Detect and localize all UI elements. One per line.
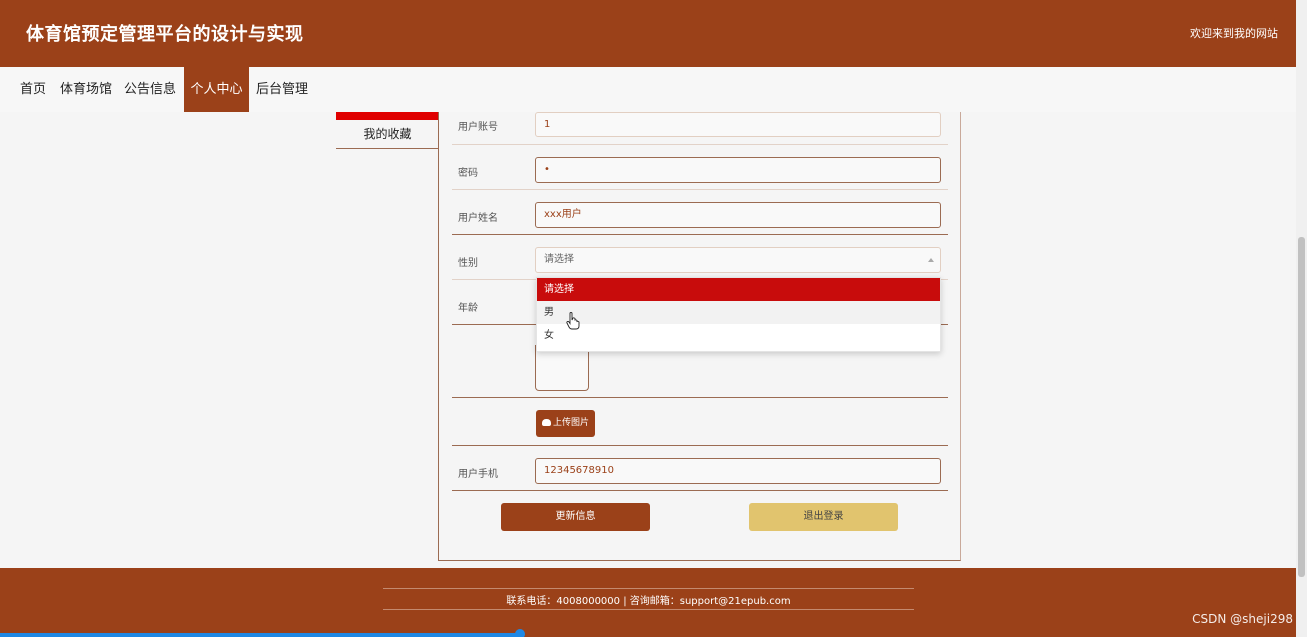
footer-contact: 联系电话：4008000000 | 咨询邮箱：support@21epub.co… xyxy=(506,596,791,607)
upload-button-label: 上传图片 xyxy=(552,418,589,428)
logout-button[interactable]: 退出登录 xyxy=(749,503,898,531)
sidebar-item-favorites[interactable]: 我的收藏 xyxy=(336,120,439,149)
hand-cursor-icon xyxy=(566,312,580,330)
gender-option-placeholder[interactable]: 请选择 xyxy=(537,278,940,301)
account-input[interactable]: 1 xyxy=(535,112,941,137)
row-divider xyxy=(452,234,948,235)
account-label: 用户账号 xyxy=(458,122,498,133)
row-divider xyxy=(452,490,948,491)
gender-option-female[interactable]: 女 xyxy=(537,324,940,347)
gender-label: 性别 xyxy=(458,258,478,269)
age-label: 年龄 xyxy=(458,303,478,314)
update-info-button[interactable]: 更新信息 xyxy=(501,503,650,531)
welcome-text: 欢迎来到我的网站 xyxy=(1190,27,1278,40)
nav-venues[interactable]: 体育场馆 xyxy=(56,67,116,112)
password-label: 密码 xyxy=(458,168,478,179)
phone-input[interactable]: 12345678910 xyxy=(535,458,941,484)
nav-profile[interactable]: 个人中心 xyxy=(184,67,249,112)
gender-select[interactable]: 请选择 xyxy=(535,247,941,273)
scrollbar-thumb[interactable] xyxy=(1298,237,1305,577)
footer-divider xyxy=(383,609,914,610)
upload-image-button[interactable]: 上传图片 xyxy=(536,410,595,437)
row-divider xyxy=(452,144,948,145)
password-input[interactable]: • xyxy=(535,157,941,183)
row-divider xyxy=(452,445,948,446)
gender-select-value: 请选择 xyxy=(544,254,574,265)
caret-up-icon xyxy=(928,258,934,262)
sidebar-active-indicator xyxy=(336,112,439,120)
nav-announcements[interactable]: 公告信息 xyxy=(120,67,180,112)
cloud-upload-icon xyxy=(541,419,551,426)
top-header: 体育馆预定管理平台的设计与实现 欢迎来到我的网站 xyxy=(0,0,1296,67)
video-progress-bar[interactable] xyxy=(0,633,520,637)
name-input[interactable]: xxx用户 xyxy=(535,202,941,228)
watermark-text: CSDN @sheji298 xyxy=(1192,612,1293,626)
progress-handle[interactable] xyxy=(515,629,525,637)
site-title: 体育馆预定管理平台的设计与实现 xyxy=(26,24,304,45)
gender-dropdown: 请选择 男 女 xyxy=(536,277,941,352)
row-divider xyxy=(452,189,948,190)
row-divider xyxy=(452,397,948,398)
footer-divider xyxy=(383,588,914,589)
nav-home[interactable]: 首页 xyxy=(14,67,52,112)
name-label: 用户姓名 xyxy=(458,213,498,224)
gender-option-male[interactable]: 男 xyxy=(537,301,940,324)
main-nav: 首页 体育场馆 公告信息 个人中心 后台管理 xyxy=(0,67,1296,112)
phone-label: 用户手机 xyxy=(458,469,498,480)
nav-admin[interactable]: 后台管理 xyxy=(252,67,312,112)
